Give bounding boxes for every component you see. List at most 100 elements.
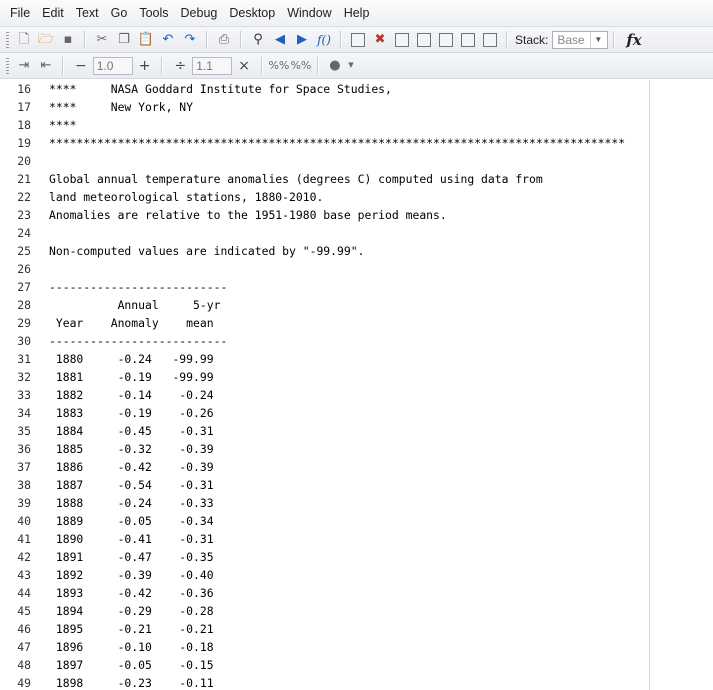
cut-icon[interactable]: ✂ [92,30,112,50]
step-out-icon[interactable] [436,30,456,50]
code-line[interactable]: 41 1890 -0.41 -0.31 [0,530,713,548]
menu-window[interactable]: Window [281,0,337,27]
code-line[interactable]: 23 Anomalies are relative to the 1951-198… [0,206,713,224]
code-line[interactable]: 36 1885 -0.32 -0.39 [0,440,713,458]
line-text: **** [49,118,77,132]
cell-mode-icon[interactable]: ● [325,56,345,76]
line-text: 1883 -0.19 -0.26 [49,406,214,420]
redo-icon[interactable]: ↷ [180,30,200,50]
menu-file[interactable]: File [4,0,36,27]
code-line[interactable]: 48 1897 -0.05 -0.15 [0,656,713,674]
divide-value-field[interactable]: 1.1 [192,56,233,75]
find-binoculars-icon[interactable]: ⚲ [248,30,268,50]
line-number: 30 [17,334,31,348]
line-text: 1881 -0.19 -99.99 [49,370,214,384]
code-line[interactable]: 42 1891 -0.47 -0.35 [0,548,713,566]
code-line[interactable]: 29 Year Anomaly mean [0,314,713,332]
code-line[interactable]: 25 Non-computed values are indicated by "… [0,242,713,260]
menu-go[interactable]: Go [105,0,134,27]
menu-debug[interactable]: Debug [175,0,224,27]
code-line[interactable]: 20 [0,152,713,170]
uncomment-icon[interactable]: %% [290,56,311,76]
code-line[interactable]: 40 1889 -0.05 -0.34 [0,512,713,530]
code-line[interactable]: 49 1898 -0.23 -0.11 [0,674,713,690]
insert-cell-icon[interactable]: ⇥ [14,56,34,76]
toolbar-grip[interactable] [6,31,9,48]
code-line[interactable]: 28 Annual 5-yr [0,296,713,314]
code-line[interactable]: 18 **** [0,116,713,134]
toolbar-grip[interactable] [6,57,9,74]
code-line[interactable]: 43 1892 -0.39 -0.40 [0,566,713,584]
line-number: 48 [17,658,31,672]
step-icon[interactable] [392,30,412,50]
function-browser-icon[interactable]: f() [314,30,334,50]
line-number: 43 [17,568,31,582]
code-line[interactable]: 21 Global annual temperature anomalies (d… [0,170,713,188]
undo-icon[interactable]: ↶ [158,30,178,50]
code-line[interactable]: 39 1888 -0.24 -0.33 [0,494,713,512]
code-line[interactable]: 47 1896 -0.10 -0.18 [0,638,713,656]
forward-arrow-icon[interactable]: ▶ [292,30,312,50]
decrement-button[interactable]: − [75,58,87,74]
code-line[interactable]: 33 1882 -0.14 -0.24 [0,386,713,404]
multiply-button[interactable]: × [238,58,250,74]
copy-icon[interactable]: ❐ [114,30,134,50]
line-number: 26 [17,262,31,276]
code-line[interactable]: 37 1886 -0.42 -0.39 [0,458,713,476]
code-line[interactable]: 16 **** NASA Goddard Institute for Space … [0,80,713,98]
code-line[interactable]: 35 1884 -0.45 -0.31 [0,422,713,440]
code-line[interactable]: 44 1893 -0.42 -0.36 [0,584,713,602]
code-line[interactable]: 31 1880 -0.24 -99.99 [0,350,713,368]
new-file-icon[interactable]: 🗋 [14,30,34,50]
menu-tools[interactable]: Tools [133,0,174,27]
code-line[interactable]: 34 1883 -0.19 -0.26 [0,404,713,422]
code-line[interactable]: 46 1895 -0.21 -0.21 [0,620,713,638]
line-number: 45 [17,604,31,618]
paste-icon[interactable]: 📋 [136,30,156,50]
code-line[interactable]: 24 [0,224,713,242]
back-arrow-icon[interactable]: ◀ [270,30,290,50]
toolbar-separator [613,30,616,49]
divide-button[interactable]: ÷ [174,58,186,74]
code-line[interactable]: 45 1894 -0.29 -0.28 [0,602,713,620]
code-line[interactable]: 22 land meteorological stations, 1880-201… [0,188,713,206]
comment-icon[interactable]: %% [268,56,289,76]
increment-button[interactable]: + [139,58,151,74]
code-line[interactable]: 38 1887 -0.54 -0.31 [0,476,713,494]
menu-text[interactable]: Text [70,0,105,27]
decrement-value-field[interactable]: 1.0 [92,56,133,75]
menu-help[interactable]: Help [338,0,376,27]
code-line[interactable]: 17 **** New York, NY [0,98,713,116]
chevron-down-icon[interactable]: ▼ [590,31,605,48]
line-number: 36 [17,442,31,456]
line-text: **** NASA Goddard Institute for Space St… [49,82,392,96]
menu-edit[interactable]: Edit [36,0,70,27]
exit-debug-icon[interactable] [480,30,500,50]
line-number: 33 [17,388,31,402]
clear-breakpoints-icon[interactable]: ✖ [370,30,390,50]
menu-desktop[interactable]: Desktop [223,0,281,27]
stack-dropdown-value: Base [557,32,585,47]
code-line[interactable]: 26 [0,260,713,278]
line-text: -------------------------- [49,334,228,348]
code-line[interactable]: 19 **************************************… [0,134,713,152]
chevron-down-icon[interactable]: ▼ [347,56,355,76]
code-line[interactable]: 32 1881 -0.19 -99.99 [0,368,713,386]
evaluate-cell-icon[interactable]: ⇤ [36,56,56,76]
set-breakpoint-icon[interactable] [348,30,368,50]
line-text: 1894 -0.29 -0.28 [49,604,214,618]
continue-icon[interactable] [458,30,478,50]
editor-area[interactable]: 16 **** NASA Goddard Institute for Space … [0,80,713,690]
open-folder-icon[interactable]: 🗁 [36,30,56,50]
stack-dropdown[interactable]: Base ▼ [552,30,609,49]
code-line[interactable]: 30 -------------------------- [0,332,713,350]
step-in-icon[interactable] [414,30,434,50]
print-icon[interactable]: ⎙ [214,30,234,50]
function-fx-icon[interactable]: fx [626,31,641,49]
save-icon[interactable]: ▪ [58,30,78,50]
code-line[interactable]: 27 -------------------------- [0,278,713,296]
line-number: 47 [17,640,31,654]
line-number: 39 [17,496,31,510]
line-number: 21 [17,172,31,186]
line-number: 35 [17,424,31,438]
